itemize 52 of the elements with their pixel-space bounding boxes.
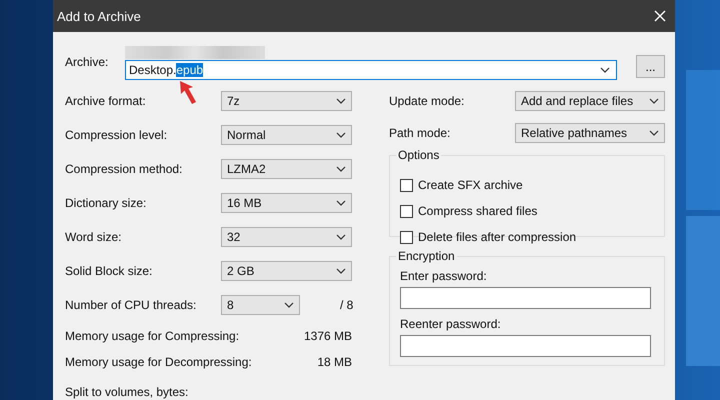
password-field[interactable] — [400, 335, 651, 357]
checkbox-label: Create SFX archive — [418, 178, 523, 192]
group-title: Encryption — [396, 249, 457, 263]
memory-value: 18 MB — [317, 355, 352, 371]
archive-field[interactable]: Desktop.epub — [125, 60, 617, 80]
field-label: Compression level: — [65, 128, 168, 142]
browse-button[interactable]: ... — [636, 55, 665, 78]
checkbox[interactable] — [400, 204, 413, 218]
field-label: Archive format: — [65, 94, 147, 108]
chevron-down-icon[interactable] — [336, 268, 346, 274]
password-label: Reenter password: — [400, 317, 502, 331]
window-title: Add to Archive — [57, 8, 141, 24]
chevron-down-icon[interactable] — [336, 98, 346, 104]
field-label: Path mode: — [389, 126, 452, 140]
chevron-down-icon[interactable] — [336, 132, 346, 138]
thread-max-text: / 8 — [340, 298, 354, 312]
password-label: Enter password: — [400, 269, 488, 283]
group-title: Options — [396, 148, 442, 162]
checkbox-label: Delete files after compression — [418, 230, 576, 244]
memory-label: Memory usage for Compressing: — [65, 329, 240, 345]
dropdown[interactable]: Add and replace files — [515, 91, 665, 111]
chevron-down-icon[interactable] — [336, 234, 346, 240]
field-label: Dictionary size: — [65, 196, 148, 210]
password-field[interactable] — [400, 287, 651, 309]
dropdown[interactable]: 8 — [221, 295, 300, 315]
chevron-down-icon[interactable] — [284, 302, 294, 308]
field-label: Update mode: — [389, 94, 466, 108]
chevron-down-icon[interactable] — [600, 67, 610, 73]
dropdown[interactable]: Relative pathnames — [515, 123, 665, 143]
dropdown[interactable]: 2 GB — [221, 261, 352, 281]
field-label: Solid Block size: — [65, 264, 154, 278]
chevron-down-icon[interactable] — [649, 130, 659, 136]
chevron-down-icon[interactable] — [336, 200, 346, 206]
dropdown[interactable]: Normal — [221, 125, 352, 145]
chevron-down-icon[interactable] — [336, 166, 346, 172]
field-label: Compression method: — [65, 162, 184, 176]
checkbox[interactable] — [400, 178, 413, 192]
dropdown[interactable]: 7z — [221, 91, 352, 111]
memory-value: 1376 MB — [304, 329, 352, 345]
dropdown[interactable]: 16 MB — [221, 193, 352, 213]
pointer-arrow-icon — [177, 80, 199, 106]
field-label: Number of CPU threads: — [65, 298, 198, 312]
split-label: Split to volumes, bytes: — [65, 385, 190, 399]
chevron-down-icon[interactable] — [649, 98, 659, 104]
close-icon[interactable] — [654, 10, 666, 22]
checkbox[interactable] — [400, 230, 413, 244]
dropdown[interactable]: 32 — [221, 227, 352, 247]
archive-label: Archive: — [65, 54, 110, 69]
checkbox-label: Compress shared files — [418, 204, 538, 218]
field-label: Word size: — [65, 230, 122, 244]
dropdown[interactable]: LZMA2 — [221, 159, 352, 179]
memory-label: Memory usage for Decompressing: — [65, 355, 252, 371]
